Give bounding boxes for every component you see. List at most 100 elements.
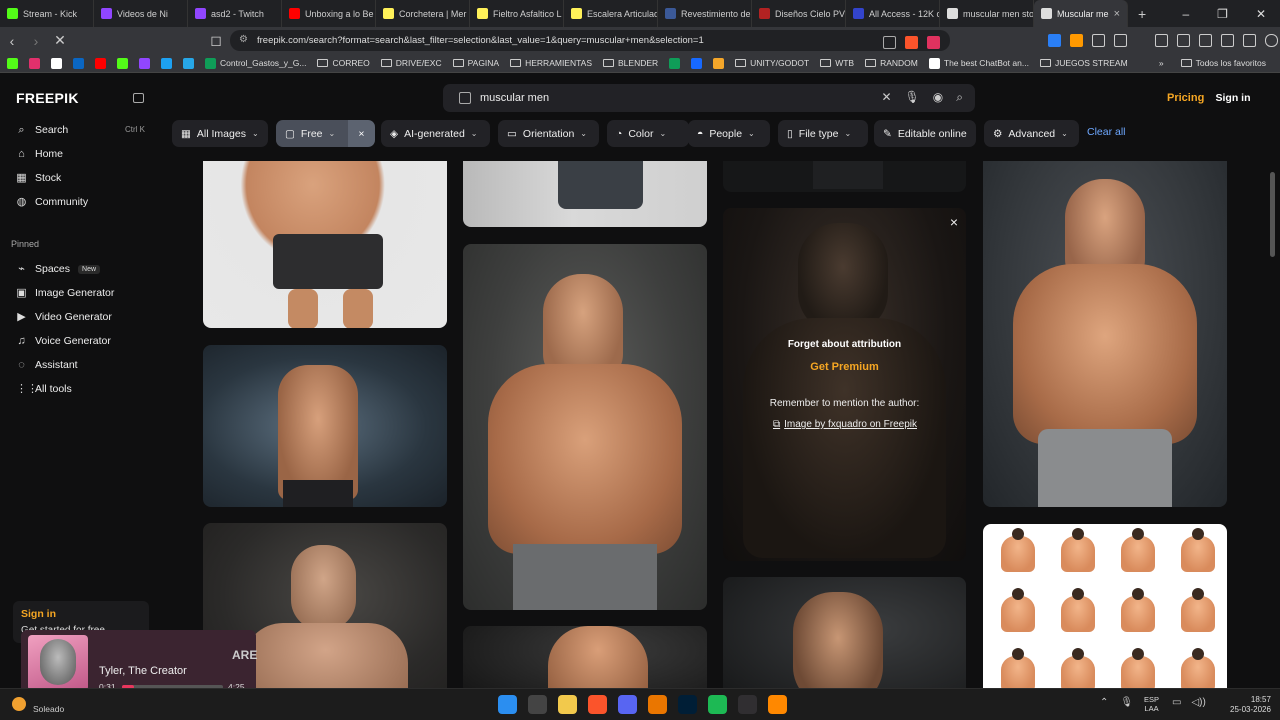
- result-image[interactable]: [463, 161, 707, 227]
- browser-tab[interactable]: Revestimiento de: [658, 0, 752, 27]
- tray-overflow-icon[interactable]: ⌃: [1100, 697, 1108, 708]
- bookmark-item[interactable]: [29, 57, 46, 69]
- browser-tab[interactable]: muscular men sto: [940, 0, 1034, 27]
- clock[interactable]: 18:57 25-03-2026: [1230, 695, 1271, 715]
- profile-icon[interactable]: [1243, 34, 1256, 47]
- blender-icon[interactable]: [648, 695, 667, 714]
- browser-tab[interactable]: Videos de Ni: [94, 0, 188, 27]
- bookmark-item[interactable]: [691, 57, 708, 69]
- sidebar-item-stock[interactable]: ▦ Stock: [16, 172, 61, 184]
- sidebar-item-image-generator[interactable]: ▣ Image Generator: [16, 287, 114, 299]
- brave-rewards-icon[interactable]: [927, 36, 940, 49]
- all-favorites-folder[interactable]: Todos los favoritos: [1180, 58, 1272, 68]
- camera-search-icon[interactable]: ◉: [933, 90, 943, 105]
- get-premium-link[interactable]: Get Premium: [723, 361, 966, 373]
- bookmark-item[interactable]: HERRAMIENTAS: [510, 58, 598, 68]
- minimize-button[interactable]: –: [1182, 7, 1189, 21]
- signin-card-title[interactable]: Sign in: [21, 608, 141, 620]
- bookmark-item[interactable]: [117, 57, 134, 69]
- bookmark-item[interactable]: BLENDER: [603, 58, 664, 68]
- share-icon[interactable]: [883, 36, 896, 49]
- bookmark-item[interactable]: JUEGOS STREAM: [1039, 58, 1134, 68]
- obs-icon[interactable]: [738, 695, 757, 714]
- media-player-popup[interactable]: ARE Tyler, The Creator 0:31 4:25: [21, 630, 257, 696]
- weather-text[interactable]: Soleado: [33, 704, 64, 714]
- language-indicator[interactable]: ESP LAA: [1144, 695, 1159, 713]
- brave-icon[interactable]: [588, 695, 607, 714]
- vpn-icon[interactable]: [1265, 34, 1278, 47]
- sidebar-item-spaces[interactable]: ⌁ Spaces New: [16, 263, 101, 275]
- filter-people[interactable]: ◓ People ⌄: [688, 120, 770, 147]
- bookmark-item[interactable]: [139, 57, 156, 69]
- spotify-icon[interactable]: [708, 695, 727, 714]
- play-extension-icon[interactable]: [1070, 34, 1083, 47]
- copy-icon[interactable]: ⧉: [773, 419, 780, 430]
- brave-shields-icon[interactable]: [905, 36, 918, 49]
- browser-tab[interactable]: Fieltro Asfaltico L: [470, 0, 564, 27]
- bookmark-page-icon[interactable]: ◻: [204, 32, 228, 49]
- search-icon[interactable]: ⌕: [956, 90, 963, 105]
- bookmark-item[interactable]: The best ChatBot an...: [928, 57, 1035, 69]
- filter-free[interactable]: ▢ Free ⌄: [276, 120, 348, 147]
- pricing-link[interactable]: Pricing: [1167, 92, 1204, 104]
- bookmark-item[interactable]: DRIVE/EXC: [380, 58, 448, 68]
- result-image[interactable]: [723, 161, 966, 192]
- sidebar-item-search[interactable]: ⌕ Search: [16, 124, 68, 136]
- bookmark-item[interactable]: [669, 57, 686, 69]
- microphone-icon[interactable]: 🎙︎: [905, 90, 920, 105]
- result-image[interactable]: [203, 345, 447, 507]
- filter-color[interactable]: ◔ Color ⌄: [607, 120, 689, 147]
- bookmark-item[interactable]: WTB: [820, 58, 860, 68]
- freepik-logo[interactable]: FREEPIK: [16, 90, 79, 106]
- bookmark-item[interactable]: UNITY/GODOT: [735, 58, 815, 68]
- attribution-credit[interactable]: ⧉ Image by fxquadro on Freepik: [773, 419, 917, 430]
- signin-button[interactable]: Sign in: [1209, 85, 1257, 111]
- browser-tab[interactable]: Unboxing a lo Be: [282, 0, 376, 27]
- result-image[interactable]: [983, 161, 1227, 507]
- clear-all-filters[interactable]: Clear all: [1087, 126, 1126, 138]
- discord-icon[interactable]: [618, 695, 637, 714]
- weather-icon[interactable]: [12, 697, 26, 711]
- file-explorer-icon[interactable]: [558, 695, 577, 714]
- clear-search-icon[interactable]: ✕: [881, 90, 891, 105]
- bookmark-item[interactable]: [51, 57, 68, 69]
- filter-file-type[interactable]: ▯ File type ⌄: [778, 120, 868, 147]
- back-icon[interactable]: ‹: [0, 33, 24, 49]
- bookmark-item[interactable]: PAGINA: [452, 58, 506, 68]
- sidebar-item-video-generator[interactable]: ▶ Video Generator: [16, 311, 112, 323]
- windows-start-icon[interactable]: [498, 695, 517, 714]
- browser-tab[interactable]: asd2 - Twitch: [188, 0, 282, 27]
- puzzle-icon[interactable]: [1092, 34, 1105, 47]
- network-icon[interactable]: ▭: [1172, 697, 1181, 708]
- sidebar-toggle-icon[interactable]: [1199, 34, 1212, 47]
- search-input[interactable]: muscular men ✕ 🎙︎ ◉ ⌕: [443, 84, 975, 112]
- close-icon[interactable]: ×: [950, 214, 958, 230]
- url-bar[interactable]: ⚙ freepik.com/search?format=search&last_…: [230, 30, 950, 51]
- search-type-icon[interactable]: [459, 92, 471, 104]
- browser-tab[interactable]: Diseños Cielo PVC: [752, 0, 846, 27]
- volume-icon[interactable]: ◁)): [1191, 697, 1205, 708]
- result-image[interactable]: [463, 626, 707, 688]
- bookmark-item[interactable]: [183, 57, 200, 69]
- browser-tab[interactable]: All Access - 12K c: [846, 0, 940, 27]
- bookmark-item[interactable]: [713, 57, 730, 69]
- bookmark-item[interactable]: [73, 57, 90, 69]
- bookmark-item[interactable]: [7, 57, 24, 69]
- bookmark-item[interactable]: Control_Gastos_y_G...: [205, 57, 312, 69]
- sidebar-item-assistant[interactable]: ◌ Assistant: [16, 359, 77, 371]
- result-image[interactable]: [463, 244, 707, 610]
- browser-tab[interactable]: Corchetera | Mer: [376, 0, 470, 27]
- sidebar-item-voice-generator[interactable]: ♫ Voice Generator: [16, 335, 111, 347]
- wallet-icon[interactable]: [1221, 34, 1234, 47]
- filter-all-images[interactable]: ▦ All Images ⌄: [172, 120, 268, 147]
- page-scrollbar[interactable]: [1270, 172, 1275, 257]
- microphone-tray-icon[interactable]: 🎙︎: [1120, 697, 1133, 708]
- result-image[interactable]: [723, 577, 966, 688]
- site-info-icon[interactable]: ⚙: [239, 34, 248, 45]
- maximize-button[interactable]: ❐: [1217, 7, 1228, 21]
- photoshop-icon[interactable]: [678, 695, 697, 714]
- sidebar-item-community[interactable]: ◍ Community: [16, 196, 88, 208]
- bookmark-item[interactable]: [161, 57, 178, 69]
- new-tab-button[interactable]: +: [1138, 6, 1146, 22]
- filter-advanced[interactable]: ⚙ Advanced ⌄: [984, 120, 1079, 147]
